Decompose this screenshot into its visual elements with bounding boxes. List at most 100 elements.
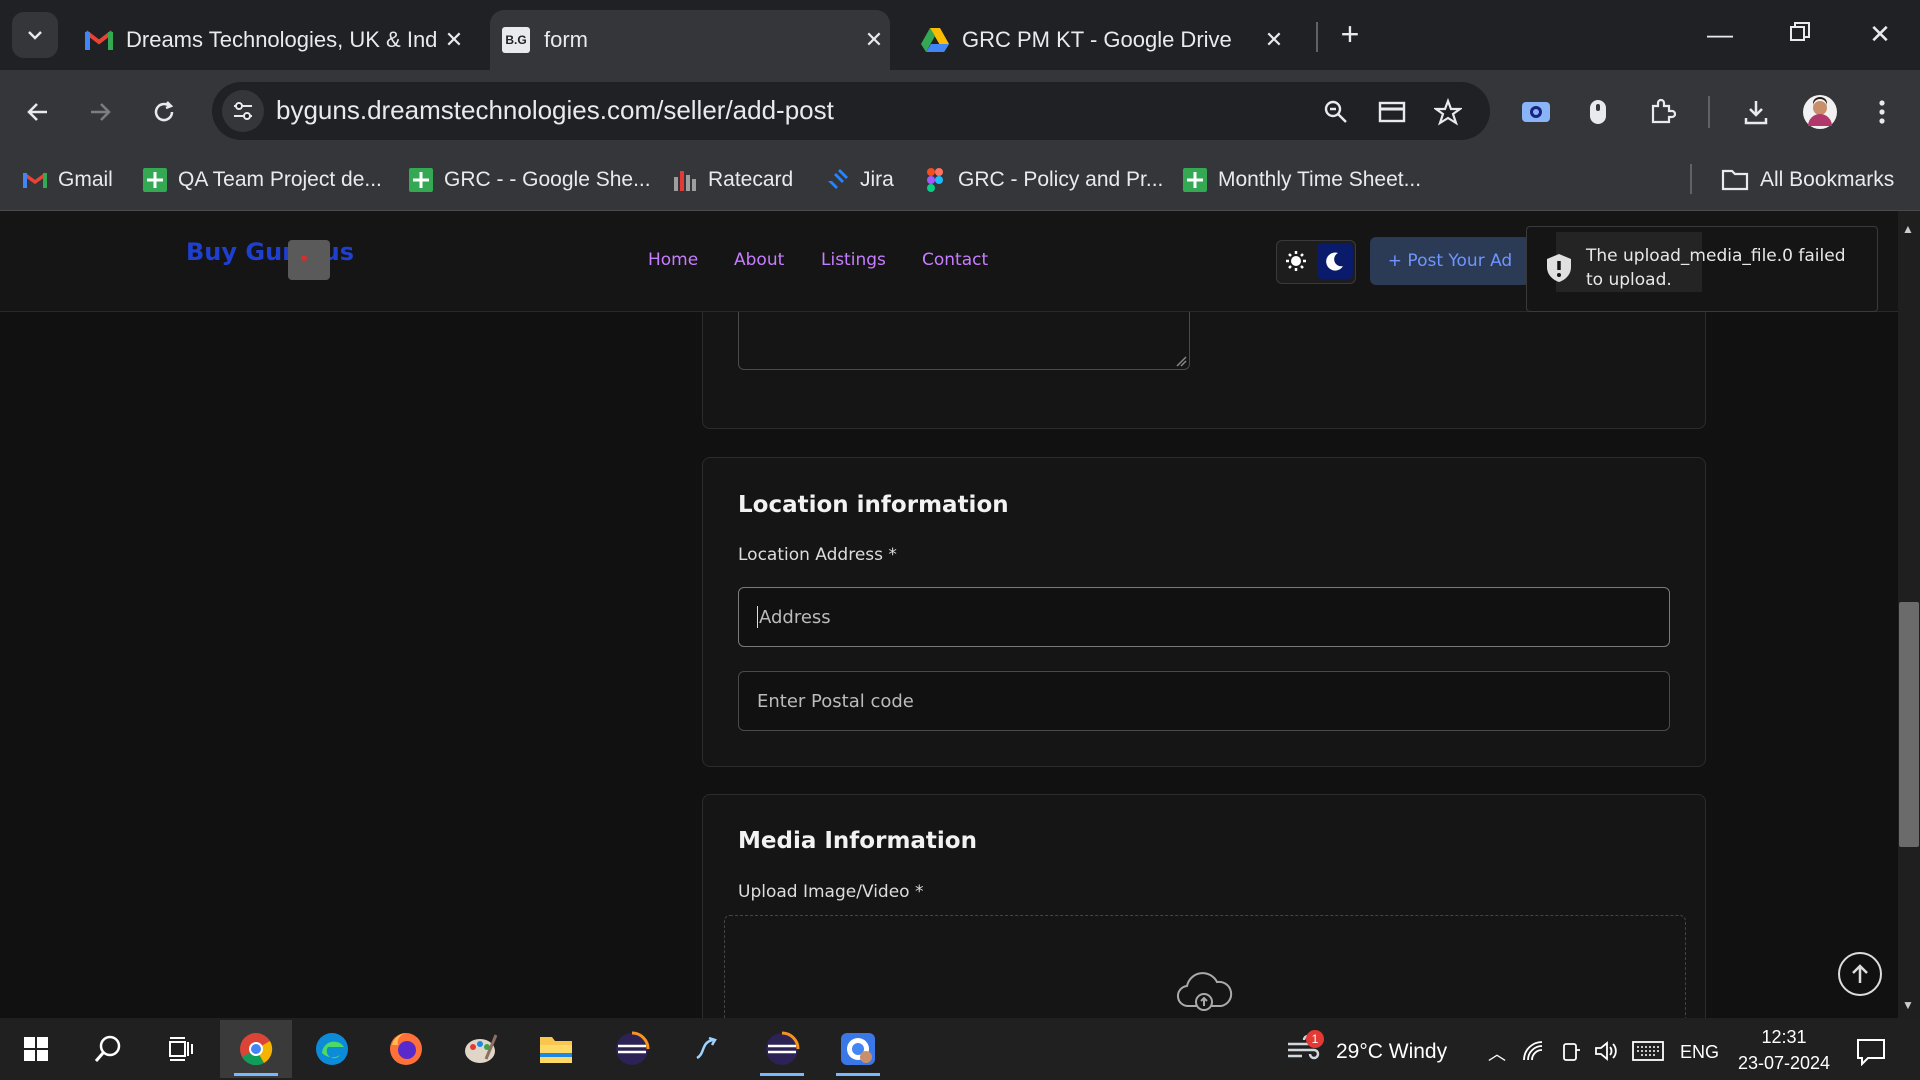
all-bookmarks[interactable]: All Bookmarks: [1720, 160, 1894, 200]
restore-button[interactable]: [1770, 14, 1830, 54]
taskbar-edge[interactable]: [296, 1020, 368, 1078]
ratecard-icon: [674, 171, 696, 191]
bookmark-monthly-timesheet[interactable]: Monthly Time Sheet...: [1182, 160, 1421, 200]
bookmark-jira[interactable]: Jira: [824, 160, 894, 200]
taskbar-eclipse-2[interactable]: [746, 1020, 818, 1078]
volume-icon[interactable]: [1594, 1040, 1618, 1067]
gmail-icon: [22, 172, 48, 188]
close-icon[interactable]: ✕: [438, 27, 470, 53]
bookmark-gmail[interactable]: Gmail: [22, 160, 113, 200]
close-icon[interactable]: ✕: [858, 27, 890, 53]
chrome-icon: [240, 1033, 273, 1066]
bookmark-ratecard[interactable]: Ratecard: [672, 160, 793, 200]
mouse-extension-button[interactable]: [1576, 90, 1620, 134]
battery-icon[interactable]: [1560, 1040, 1582, 1067]
nav-listings[interactable]: Listings: [821, 250, 886, 270]
chevron-up-icon[interactable]: ︿: [1488, 1040, 1506, 1066]
language-indicator[interactable]: ENG: [1680, 1042, 1719, 1063]
postal-code-placeholder: Enter Postal code: [757, 690, 914, 712]
screenshot-extension-button[interactable]: [1514, 90, 1558, 134]
mouse-icon: [1590, 100, 1606, 124]
bookmark-qa-team[interactable]: QA Team Project de...: [142, 160, 382, 200]
minimize-button[interactable]: —: [1690, 14, 1750, 54]
bookmark-grc-policy[interactable]: GRC - Policy and Pr...: [922, 160, 1163, 200]
chrome-menu-button[interactable]: [1860, 90, 1904, 134]
extensions-button[interactable]: [1640, 90, 1684, 134]
jira-icon: [828, 169, 848, 189]
site-info-button[interactable]: [222, 90, 264, 132]
tab-search-button[interactable]: [12, 12, 58, 58]
scrollbar-thumb[interactable]: [1899, 602, 1919, 847]
tab-separator: [1316, 22, 1318, 52]
system-clock[interactable]: 12:31 23-07-2024: [1734, 1024, 1834, 1076]
notifications-button[interactable]: [1856, 1038, 1886, 1071]
arrow-right-icon: [91, 103, 111, 121]
active-indicator: [836, 1073, 880, 1076]
eclipse-icon: [766, 1031, 800, 1065]
bookmark-label: Jira: [860, 168, 894, 191]
dark-mode-button[interactable]: [1317, 243, 1353, 279]
downloads-button[interactable]: [1734, 90, 1778, 134]
network-icon[interactable]: [1522, 1040, 1544, 1067]
payment-button[interactable]: [1370, 90, 1414, 134]
figma-icon: [927, 168, 943, 192]
taskbar-app-script[interactable]: [670, 1020, 742, 1078]
profile-button[interactable]: [1798, 90, 1842, 134]
address-input[interactable]: Address: [738, 587, 1670, 647]
weather-widget-icon[interactable]: 1: [1286, 1030, 1326, 1066]
close-icon[interactable]: ✕: [1258, 27, 1290, 53]
taskbar-eclipse-1[interactable]: [596, 1020, 668, 1078]
forward-button[interactable]: [78, 90, 122, 134]
clock-date: 23-07-2024: [1737, 1053, 1831, 1073]
taskbar-firefox[interactable]: [370, 1020, 442, 1078]
scroll-to-top-button[interactable]: [1838, 952, 1882, 996]
reload-button[interactable]: [142, 90, 186, 134]
edge-icon: [316, 1033, 348, 1065]
sheets-icon: [143, 168, 167, 192]
tab-title: Dreams Technologies, UK & Ind: [126, 27, 438, 52]
reload-icon: [154, 101, 174, 122]
post-your-ad-button[interactable]: + Post Your Ad: [1370, 237, 1530, 285]
puzzle-icon: [1651, 98, 1676, 124]
paint-palette-icon: [465, 1034, 498, 1063]
zoom-button[interactable]: [1314, 90, 1358, 134]
back-button[interactable]: [16, 90, 60, 134]
star-icon: [1434, 98, 1462, 126]
active-indicator: [760, 1073, 804, 1076]
postal-code-input[interactable]: Enter Postal code: [738, 671, 1670, 731]
sheets-icon: [409, 168, 433, 192]
notification-icon: [1857, 1039, 1885, 1067]
taskbar-file-explorer[interactable]: [520, 1020, 592, 1078]
weather-badge: 1: [1306, 1030, 1324, 1048]
weather-text[interactable]: 29°C Windy: [1336, 1040, 1447, 1064]
url-text[interactable]: byguns.dreamstechnologies.com/seller/add…: [276, 95, 834, 126]
keyboard-icon[interactable]: [1632, 1040, 1664, 1067]
close-window-button[interactable]: ✕: [1850, 14, 1910, 54]
scroll-down-arrow-icon[interactable]: ▼: [1902, 998, 1914, 1012]
bg-favicon-icon: B.G: [502, 27, 530, 53]
taskbar-chrome-profile[interactable]: [822, 1020, 894, 1078]
taskbar-paint[interactable]: [444, 1020, 516, 1078]
tab-form[interactable]: B.G form ✕: [490, 10, 890, 70]
taskbar-chrome[interactable]: [220, 1020, 292, 1078]
tab-google-drive[interactable]: GRC PM KT - Google Drive ✕: [910, 10, 1290, 70]
address-placeholder: Address: [759, 606, 831, 628]
start-button[interactable]: [0, 1020, 72, 1078]
more-vert-icon: [1879, 100, 1885, 124]
shield-error-icon: [1547, 254, 1571, 282]
toast-message: The upload_media_file.0 failed to upload…: [1586, 246, 1846, 290]
bookmark-label: GRC - - Google She...: [444, 168, 651, 191]
theme-toggle[interactable]: [1276, 240, 1356, 284]
nav-contact[interactable]: Contact: [922, 250, 988, 270]
description-textarea[interactable]: [738, 311, 1190, 370]
nav-about[interactable]: About: [734, 250, 784, 270]
tab-gmail[interactable]: Dreams Technologies, UK & Ind ✕: [80, 10, 470, 70]
bookmark-grc-sheet[interactable]: GRC - - Google She...: [408, 160, 651, 200]
chrome-profile-icon: [841, 1033, 875, 1065]
search-button[interactable]: [72, 1020, 144, 1078]
bookmark-star-button[interactable]: [1426, 90, 1470, 134]
scroll-up-arrow-icon[interactable]: ▲: [1902, 222, 1914, 236]
new-tab-button[interactable]: +: [1330, 14, 1370, 54]
task-view-button[interactable]: [144, 1020, 216, 1078]
nav-home[interactable]: Home: [648, 250, 698, 270]
